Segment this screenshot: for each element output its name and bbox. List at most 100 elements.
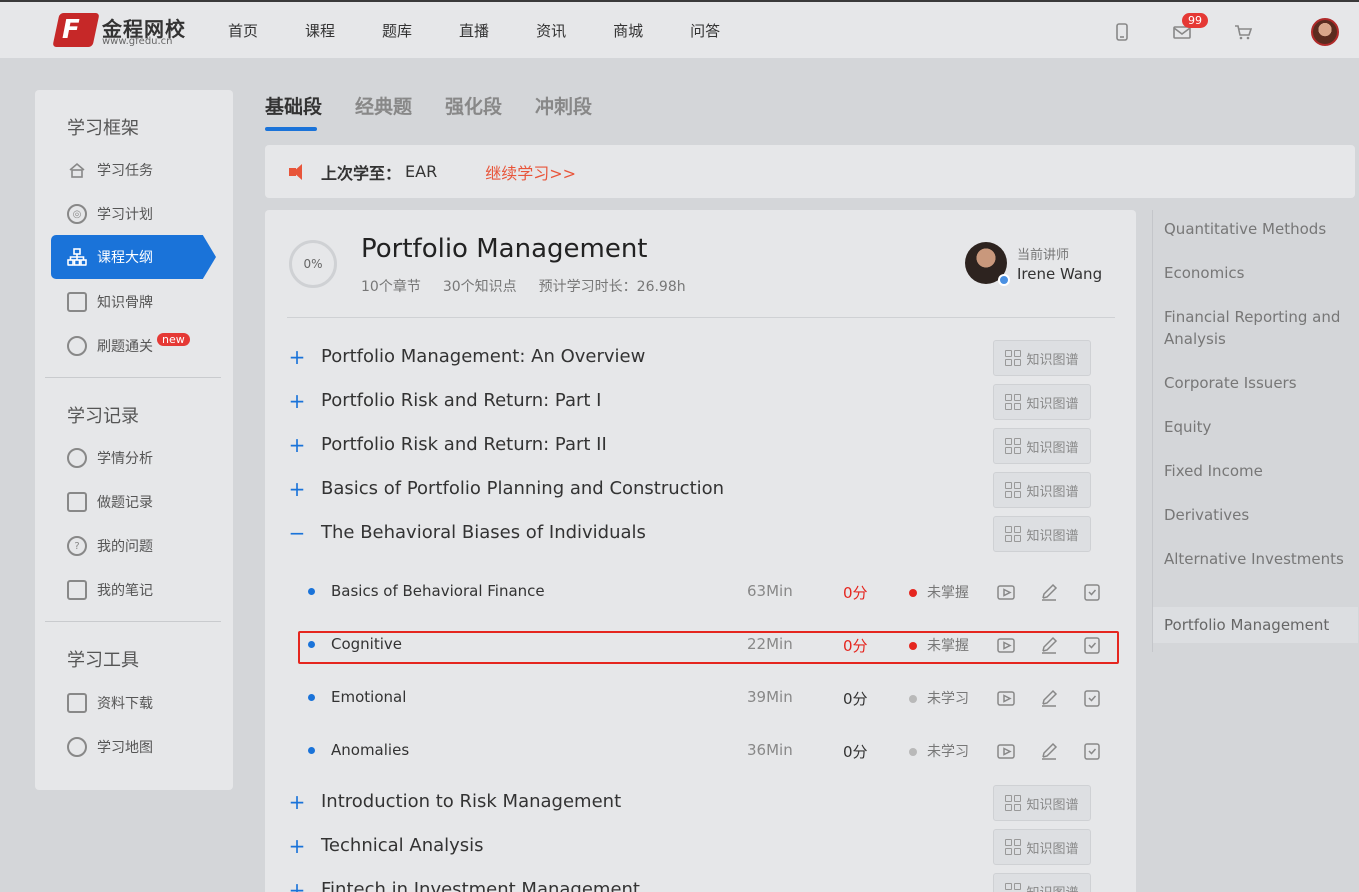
lesson-title[interactable]: Emotional	[331, 688, 406, 706]
edit-note-icon[interactable]	[1039, 635, 1059, 655]
sidebar-item-plan[interactable]: ◎ 学习计划	[67, 202, 217, 226]
bullet-icon	[308, 694, 315, 701]
lesson-title[interactable]: Cognitive	[331, 635, 402, 653]
phone-icon[interactable]	[1112, 22, 1132, 42]
chapter-row[interactable]: + Portfolio Risk and Return: Part I 知识图谱	[287, 384, 1115, 420]
nav-mall[interactable]: 商城	[613, 20, 643, 41]
sidebar-item-questions[interactable]: ? 我的问题	[67, 534, 217, 558]
knowledge-map-label: 知识图谱	[1026, 882, 1078, 892]
lesson-row[interactable]: Basics of Behavioral Finance 63Min 0分 未掌握	[287, 572, 1115, 612]
play-video-icon[interactable]	[996, 741, 1016, 761]
subject-item[interactable]: Derivatives	[1164, 504, 1344, 526]
tab-sprint[interactable]: 冲刺段	[535, 92, 592, 131]
expand-toggle-icon[interactable]: +	[287, 347, 307, 368]
nav-qa[interactable]: 问答	[690, 20, 720, 41]
nav-question-bank[interactable]: 题库	[382, 20, 412, 41]
chapter-row[interactable]: + Technical Analysis 知识图谱	[287, 829, 1115, 865]
chapter-row[interactable]: − The Behavioral Biases of Individuals 知识图…	[287, 516, 1115, 552]
tab-classic[interactable]: 经典题	[355, 92, 412, 131]
grid-icon	[1005, 438, 1022, 454]
sidebar-item-exercise-records[interactable]: 做题记录	[67, 490, 217, 514]
edit-note-icon[interactable]	[1039, 741, 1059, 761]
sidebar-item-practice[interactable]: 刷题通关 new	[67, 332, 217, 358]
sidebar-item-label: 学习任务	[97, 163, 153, 179]
knowledge-map-button[interactable]: 知识图谱	[993, 516, 1091, 552]
chapter-title: The Behavioral Biases of Individuals	[321, 522, 646, 543]
status-dot-icon	[909, 642, 917, 650]
subject-item[interactable]: Economics	[1164, 262, 1344, 284]
expand-toggle-icon[interactable]: +	[287, 880, 307, 892]
chapter-title: Fintech in Investment Management	[321, 879, 640, 892]
continue-learning-link[interactable]: 继续学习>>	[485, 160, 576, 184]
exercise-check-icon[interactable]	[1082, 635, 1102, 655]
knowledge-map-button[interactable]: 知识图谱	[993, 873, 1091, 892]
expand-toggle-icon[interactable]: +	[287, 391, 307, 412]
subject-item[interactable]: Financial Reporting and Analysis	[1164, 306, 1344, 350]
knowledge-map-button[interactable]: 知识图谱	[993, 428, 1091, 464]
subject-item[interactable]: Equity	[1164, 416, 1344, 438]
new-badge: new	[157, 332, 190, 346]
lesson-title[interactable]: Anomalies	[331, 741, 409, 759]
cart-icon[interactable]	[1233, 22, 1253, 42]
sidebar-item-label: 我的笔记	[97, 583, 153, 599]
lesson-row[interactable]: Emotional 39Min 0分 未学习	[287, 678, 1115, 718]
nav-courses[interactable]: 课程	[305, 20, 335, 41]
subject-item-active[interactable]: Portfolio Management	[1153, 607, 1358, 643]
chapter-row[interactable]: + Portfolio Management: An Overview 知识图谱	[287, 340, 1115, 376]
knowledge-map-button[interactable]: 知识图谱	[993, 384, 1091, 420]
edit-note-icon[interactable]	[1039, 582, 1059, 602]
top-bar: F 金程网校 www.gfedu.cn 首页 课程 题库 直播 资讯 商城 问答…	[0, 0, 1359, 58]
play-video-icon[interactable]	[996, 688, 1016, 708]
expand-toggle-icon[interactable]: +	[287, 479, 307, 500]
sidebar-item-tasks[interactable]: 学习任务	[67, 158, 217, 182]
sidebar-item-map[interactable]: 学习地图	[67, 735, 217, 759]
tab-advanced[interactable]: 强化段	[445, 92, 502, 131]
exercise-check-icon[interactable]	[1082, 741, 1102, 761]
subject-item[interactable]: Corporate Issuers	[1164, 372, 1344, 394]
sidebar-divider	[45, 621, 221, 622]
expand-toggle-icon[interactable]: +	[287, 435, 307, 456]
lesson-score: 0分	[843, 690, 868, 708]
nav-news[interactable]: 资讯	[536, 20, 566, 41]
user-avatar[interactable]	[1311, 18, 1339, 46]
knowledge-map-button[interactable]: 知识图谱	[993, 340, 1091, 376]
nav-live[interactable]: 直播	[459, 20, 489, 41]
chapter-row[interactable]: + Basics of Portfolio Planning and Constr…	[287, 472, 1115, 508]
knowledge-map-button[interactable]: 知识图谱	[993, 472, 1091, 508]
sidebar-item-label: 刷题通关	[97, 339, 153, 355]
subject-item[interactable]: Alternative Investments	[1164, 548, 1344, 570]
subject-item[interactable]: Quantitative Methods	[1164, 218, 1344, 240]
sidebar-item-analysis[interactable]: 学情分析	[67, 446, 217, 470]
course-meta: 10个章节 30个知识点 预计学习时长：26.98h	[361, 276, 708, 296]
nav-home[interactable]: 首页	[228, 20, 258, 41]
sidebar-item-syllabus[interactable]: 课程大纲	[51, 235, 216, 279]
lesson-status: 未掌握	[927, 585, 969, 601]
lesson-row[interactable]: Anomalies 36Min 0分 未学习	[287, 731, 1115, 771]
lesson-title[interactable]: Basics of Behavioral Finance	[331, 582, 545, 600]
chapter-row[interactable]: + Introduction to Risk Management 知识图谱	[287, 785, 1115, 821]
sidebar-item-notes[interactable]: 我的笔记	[67, 578, 217, 602]
progress-ring: 0%	[289, 240, 337, 288]
lesson-row[interactable]: Cognitive 22Min 0分 未掌握	[287, 625, 1115, 665]
play-video-icon[interactable]	[996, 635, 1016, 655]
expand-toggle-icon[interactable]: −	[287, 523, 307, 544]
knowledge-map-button[interactable]: 知识图谱	[993, 829, 1091, 865]
chapter-row[interactable]: + Portfolio Risk and Return: Part II 知识图谱	[287, 428, 1115, 464]
knowledge-map-button[interactable]: 知识图谱	[993, 785, 1091, 821]
expand-toggle-icon[interactable]: +	[287, 792, 307, 813]
subject-item[interactable]: Fixed Income	[1164, 460, 1344, 482]
play-video-icon[interactable]	[996, 582, 1016, 602]
tab-foundation[interactable]: 基础段	[265, 92, 322, 131]
bullet-icon	[308, 588, 315, 595]
exercise-check-icon[interactable]	[1082, 582, 1102, 602]
edit-note-icon[interactable]	[1039, 688, 1059, 708]
exercise-check-icon[interactable]	[1082, 688, 1102, 708]
pie-chart-icon	[67, 448, 87, 468]
sidebar-item-dominoes[interactable]: 知识骨牌	[67, 290, 217, 314]
expand-toggle-icon[interactable]: +	[287, 836, 307, 857]
lesson-duration: 36Min	[747, 741, 793, 759]
home-icon	[69, 162, 85, 178]
sidebar-item-label: 做题记录	[97, 495, 153, 511]
sidebar-item-downloads[interactable]: 资料下载	[67, 691, 217, 715]
chapter-row[interactable]: + Fintech in Investment Management 知识图谱	[287, 873, 1115, 892]
